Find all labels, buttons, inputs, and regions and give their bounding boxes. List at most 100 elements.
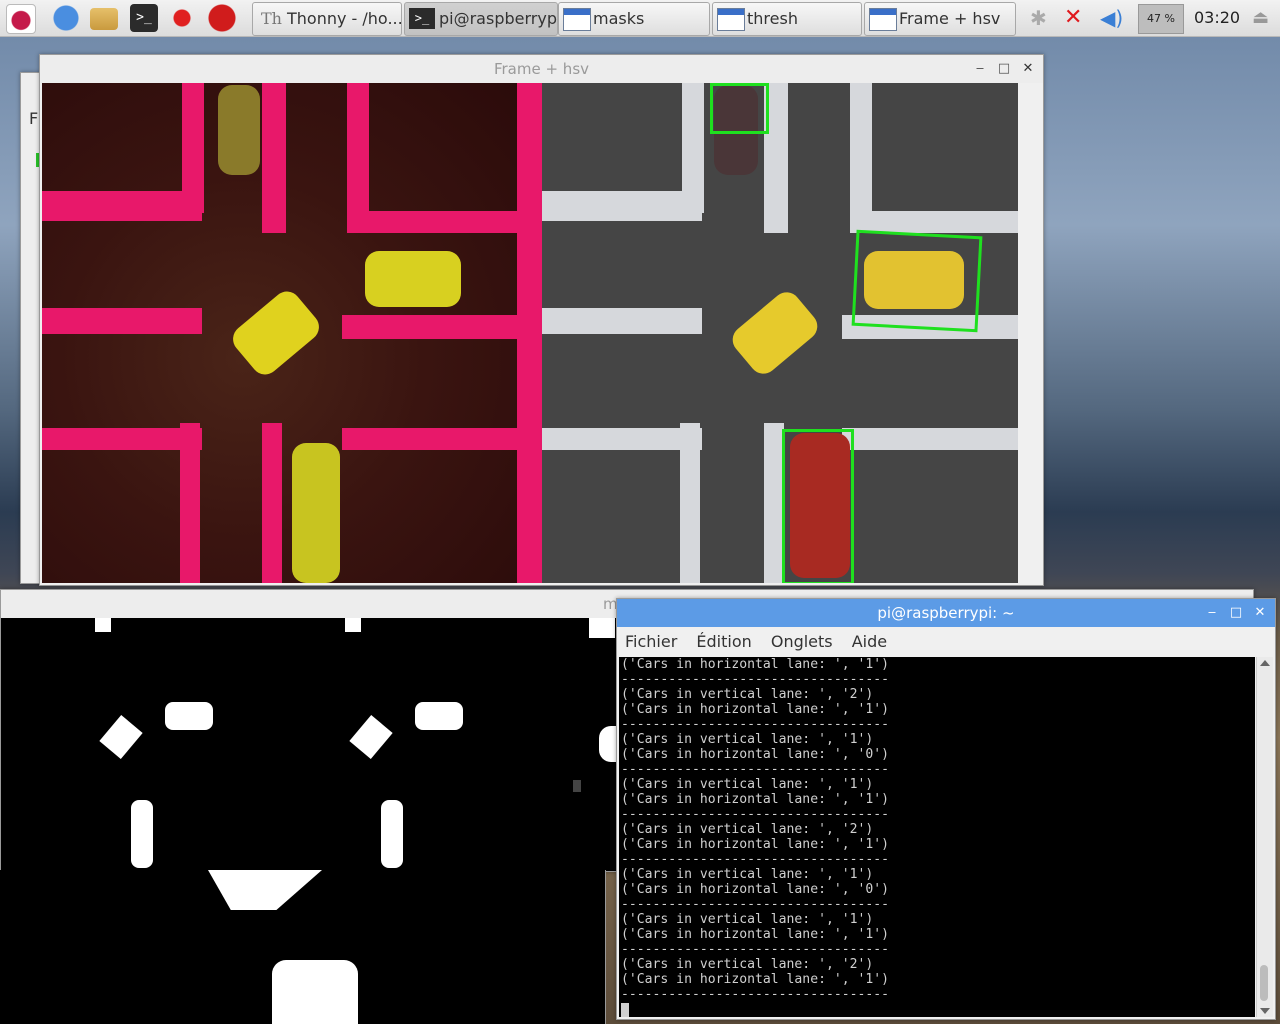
file-manager-icon[interactable] xyxy=(90,8,118,30)
terminal-line: ('Cars in horizontal lane: ', '1') xyxy=(621,792,890,807)
lane-marking xyxy=(42,308,202,334)
terminal-line: ('Cars in vertical lane: ', '1') xyxy=(621,732,874,747)
thonny-menu-partial: F xyxy=(29,109,39,128)
thresh-window xyxy=(0,870,606,1024)
car xyxy=(365,251,461,307)
lane-marking xyxy=(180,423,200,583)
hsv-image xyxy=(42,83,542,583)
mask-image xyxy=(3,618,617,870)
maximize-button[interactable]: □ xyxy=(993,55,1015,83)
window-icon xyxy=(869,8,897,31)
mask-blob xyxy=(95,618,111,632)
detection-box xyxy=(851,229,983,333)
thresh-blob xyxy=(272,960,358,1024)
task-masks[interactable]: masks xyxy=(558,2,710,36)
lane-marking xyxy=(764,423,784,583)
mask-blob xyxy=(573,780,581,792)
mask-blob xyxy=(381,800,403,868)
window-titlebar[interactable]: pi@raspberrypi: ~ ‒ □ ✕ xyxy=(617,599,1275,627)
scroll-up-icon[interactable] xyxy=(1260,660,1270,666)
lane-marking xyxy=(680,423,700,583)
window-icon xyxy=(563,8,591,31)
scroll-thumb[interactable] xyxy=(1260,965,1268,1001)
mask-blob xyxy=(599,726,617,762)
terminal-line: ---------------------------------- xyxy=(621,942,890,957)
lane-marking xyxy=(42,428,202,450)
cpu-monitor: 47 % xyxy=(1138,4,1184,34)
wolfram-icon[interactable] xyxy=(208,4,236,32)
minimize-button[interactable]: ‒ xyxy=(1201,599,1223,627)
lane-marking xyxy=(850,211,1018,233)
mathematica-icon[interactable] xyxy=(168,4,196,32)
menu-edition[interactable]: Édition xyxy=(696,627,751,657)
lane-marking xyxy=(542,428,702,450)
frame-image xyxy=(542,83,1018,583)
lane-marking xyxy=(682,83,704,213)
lane-marking xyxy=(360,211,540,233)
detection-box xyxy=(710,83,769,134)
terminal-line: ('Cars in horizontal lane: ', '1') xyxy=(621,657,890,672)
terminal-line: ('Cars in horizontal lane: ', '1') xyxy=(621,927,890,942)
terminal-line: ('Cars in vertical lane: ', '1') xyxy=(621,912,874,927)
window-icon xyxy=(717,8,745,31)
scroll-down-icon[interactable] xyxy=(1260,1008,1270,1014)
close-button[interactable]: ✕ xyxy=(1017,55,1039,83)
menu-onglets[interactable]: Onglets xyxy=(771,627,833,657)
terminal-line: ---------------------------------- xyxy=(621,897,890,912)
volume-icon[interactable]: ◀) xyxy=(1100,0,1123,36)
eject-icon[interactable]: ⏏ xyxy=(1252,0,1269,36)
terminal-line: ('Cars in horizontal lane: ', '1') xyxy=(621,702,890,717)
maximize-button[interactable]: □ xyxy=(1225,599,1247,627)
lane-marking xyxy=(262,83,286,233)
raspberry-menu-icon[interactable] xyxy=(6,4,36,34)
task-terminal[interactable]: >_ pi@raspberryp... xyxy=(404,2,558,36)
close-button[interactable]: ✕ xyxy=(1249,599,1271,627)
terminal-line: ('Cars in horizontal lane: ', '1') xyxy=(621,972,890,987)
mask-blob xyxy=(165,702,213,730)
terminal-line: ('Cars in horizontal lane: ', '1') xyxy=(621,837,890,852)
mask-blob xyxy=(415,702,463,730)
terminal-scrollbar[interactable] xyxy=(1256,657,1273,1017)
terminal-task-icon: >_ xyxy=(409,8,435,29)
web-browser-icon[interactable] xyxy=(52,4,80,32)
lane-marking xyxy=(42,191,202,221)
car xyxy=(292,443,340,583)
lane-marking xyxy=(542,191,702,221)
task-label: thresh xyxy=(747,9,798,28)
window-title: Frame + hsv xyxy=(493,60,590,78)
terminal-launcher-icon[interactable]: >_ xyxy=(130,4,158,32)
terminal-line: ('Cars in vertical lane: ', '2') xyxy=(621,822,874,837)
menu-fichier[interactable]: Fichier xyxy=(625,627,677,657)
cpu-usage: 47 % xyxy=(1147,12,1175,25)
terminal-line: ---------------------------------- xyxy=(621,762,890,777)
car xyxy=(227,285,325,381)
lane-marking xyxy=(542,308,702,334)
task-thresh[interactable]: thresh xyxy=(712,2,862,36)
lane-marking xyxy=(517,83,542,583)
window-titlebar[interactable]: Frame + hsv ‒ □ ✕ xyxy=(40,55,1043,83)
lane-marking xyxy=(342,428,542,450)
network-disconnected-icon[interactable]: ✕ xyxy=(1064,0,1082,36)
terminal-line: ---------------------------------- xyxy=(621,672,890,687)
task-label: masks xyxy=(593,9,645,28)
lane-marking xyxy=(182,83,204,213)
task-thonny[interactable]: Th Thonny - /ho... xyxy=(252,2,402,36)
mask-blob xyxy=(131,800,153,868)
terminal-cursor xyxy=(621,1003,629,1017)
mask-blob xyxy=(589,618,615,638)
mask-blob xyxy=(349,714,393,760)
task-frame-hsv[interactable]: Frame + hsv xyxy=(864,2,1016,36)
terminal-window: pi@raspberrypi: ~ ‒ □ ✕ Fichier Édition … xyxy=(616,598,1276,1020)
task-label: Thonny - /ho... xyxy=(287,9,402,28)
minimize-button[interactable]: ‒ xyxy=(969,55,991,83)
clock: 03:20 xyxy=(1194,8,1241,27)
terminal-output[interactable]: ('Cars in horizontal lane: ', '1') ------… xyxy=(619,657,1255,1017)
terminal-line: ('Cars in vertical lane: ', '1') xyxy=(621,867,874,882)
lane-marking xyxy=(842,428,1018,450)
thresh-blob xyxy=(208,870,322,910)
menu-aide[interactable]: Aide xyxy=(852,627,887,657)
lane-marking xyxy=(262,423,282,583)
bluetooth-icon[interactable]: ✱ xyxy=(1030,0,1047,36)
car xyxy=(727,286,823,380)
mask-blob xyxy=(345,618,361,632)
